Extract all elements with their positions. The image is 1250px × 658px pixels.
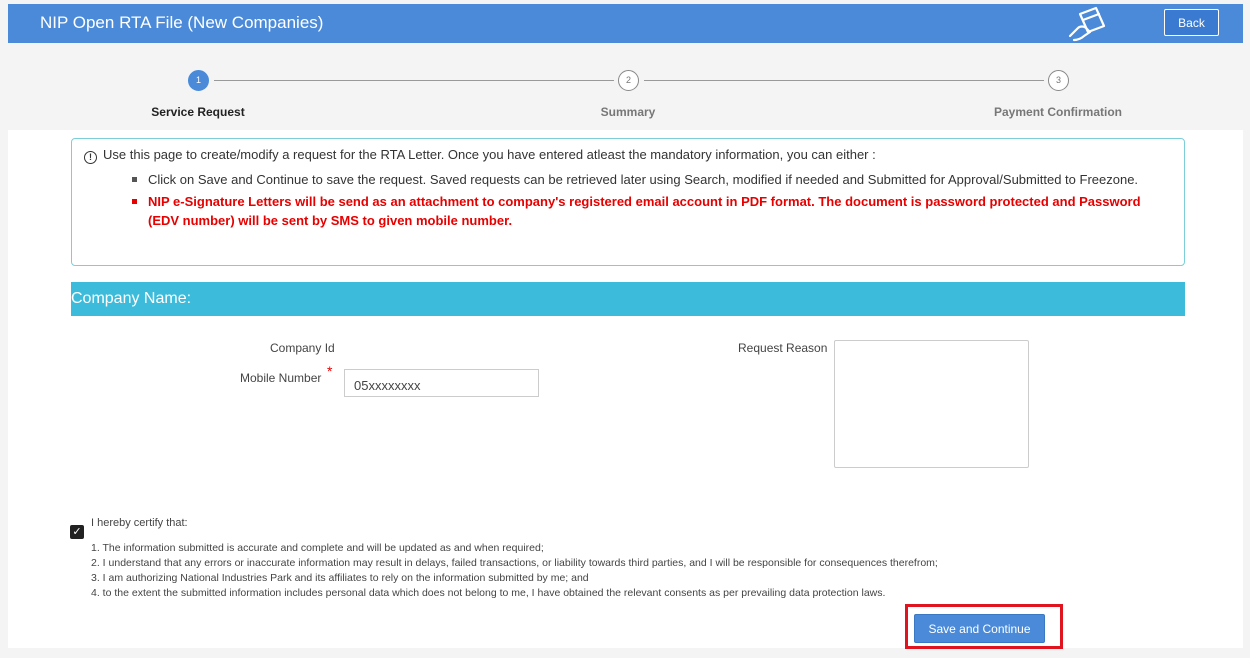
page: NIP Open RTA File (New Companies) Back 1…: [0, 0, 1250, 658]
request-reason-textarea[interactable]: [834, 340, 1029, 468]
required-asterisk: *: [327, 363, 333, 379]
back-button[interactable]: Back: [1164, 9, 1219, 36]
info-icon: !: [84, 151, 97, 164]
certify-item: 2. I understand that any errors or inacc…: [91, 557, 938, 569]
save-and-continue-button[interactable]: Save and Continue: [914, 614, 1045, 643]
certify-checkbox[interactable]: ✓: [70, 525, 84, 539]
card-payment-icon: [1068, 6, 1106, 42]
section-title: Company Name:: [71, 290, 192, 307]
certify-item: 4. to the extent the submitted informati…: [91, 587, 886, 599]
info-intro-text: Use this page to create/modify a request…: [103, 147, 876, 162]
mobile-number-input[interactable]: 05xxxxxxxx: [344, 369, 539, 397]
mobile-number-label: Mobile Number: [240, 371, 322, 385]
certify-list: 1. The information submitted is accurate…: [91, 541, 938, 601]
company-id-label: Company Id: [270, 341, 335, 355]
info-bullet: Click on Save and Continue to save the r…: [132, 170, 1172, 189]
header-bar: NIP Open RTA File (New Companies) Back: [8, 4, 1243, 43]
certify-item: 1. The information submitted is accurate…: [91, 542, 544, 554]
step-3-indicator[interactable]: 3: [1048, 70, 1069, 91]
certify-title: I hereby certify that:: [91, 517, 188, 529]
step-2-indicator[interactable]: 2: [618, 70, 639, 91]
step-3-label: Payment Confirmation: [993, 105, 1123, 119]
step-1-label: Service Request: [151, 105, 245, 119]
info-intro: ! Use this page to create/modify a reques…: [84, 147, 876, 164]
section-header: Company Name:: [71, 282, 1185, 316]
request-reason-label: Request Reason: [738, 341, 828, 355]
step-1-indicator[interactable]: 1: [188, 70, 209, 91]
info-box: ! Use this page to create/modify a reques…: [71, 138, 1185, 266]
info-warning-bullet: NIP e-Signature Letters will be send as …: [132, 192, 1172, 230]
main-content: ! Use this page to create/modify a reques…: [8, 130, 1243, 649]
step-connector: [644, 80, 1044, 81]
page-title: NIP Open RTA File (New Companies): [40, 13, 324, 32]
step-connector: [214, 80, 614, 81]
step-2-label: Summary: [600, 105, 656, 119]
certify-item: 3. I am authorizing National Industries …: [91, 572, 589, 584]
progress-stepper: 1 2 3 Service Request Summary Payment Co…: [8, 43, 1243, 130]
info-bullets: Click on Save and Continue to save the r…: [132, 170, 1172, 230]
